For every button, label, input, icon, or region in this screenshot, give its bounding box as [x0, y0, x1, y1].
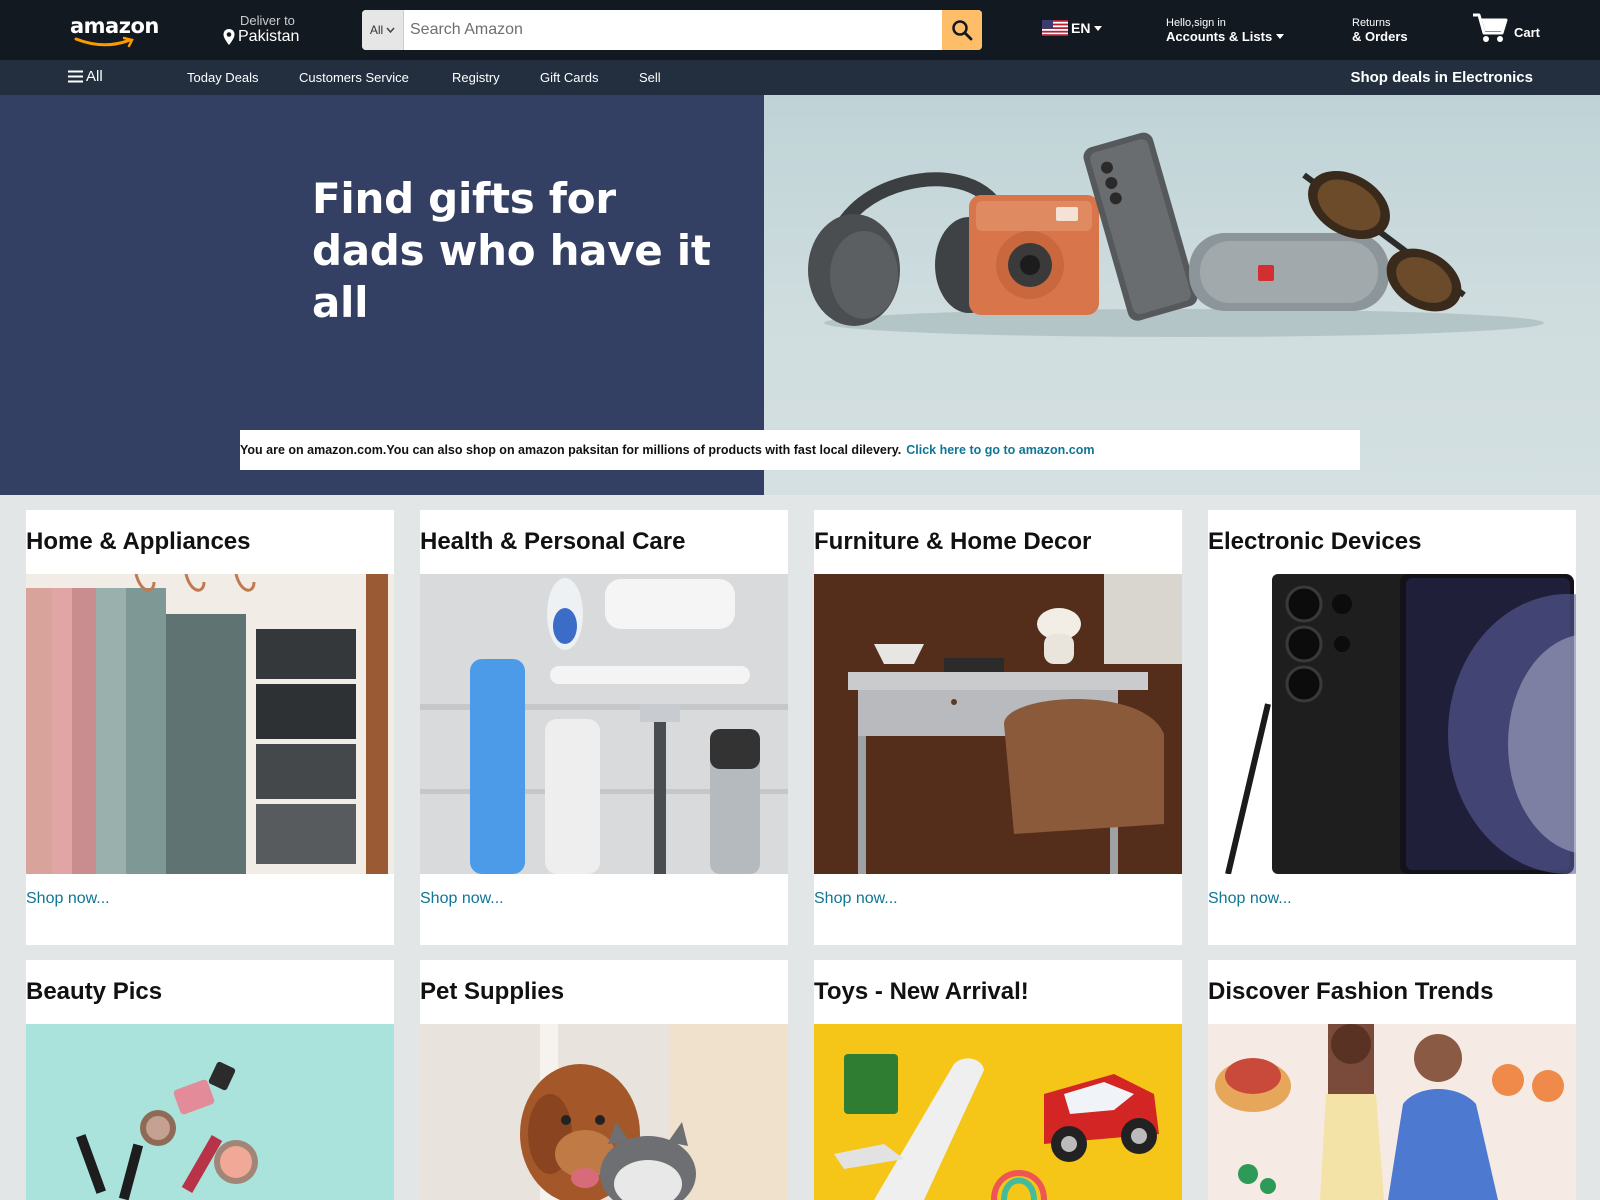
logo-smile-icon — [74, 36, 134, 48]
caret-down-icon — [1276, 34, 1285, 39]
hamburger-menu-icon — [68, 70, 83, 83]
orders-label: & Orders — [1352, 29, 1408, 44]
smartphone-image — [1208, 574, 1576, 874]
account-menu[interactable]: Hello,sign in Accounts & Lists — [1166, 17, 1285, 44]
card-title: Furniture & Home Decor — [814, 528, 1092, 555]
instant-camera-illustration — [969, 195, 1099, 315]
category-card: Home & Appliances Shop now... — [26, 510, 394, 945]
locale-notice-text: You are on amazon.com.You can also shop … — [240, 443, 902, 457]
all-menu-label: All — [86, 68, 103, 85]
card-shop-link[interactable]: Shop now... — [26, 890, 110, 908]
card-image[interactable] — [26, 574, 394, 874]
card-image[interactable] — [420, 574, 788, 874]
category-card: Discover Fashion Trends — [1208, 960, 1576, 1200]
furniture-desk-image — [814, 574, 1182, 874]
pets-image — [420, 1024, 788, 1200]
search-bar: All — [362, 10, 982, 50]
deliver-label: Deliver to — [240, 13, 295, 28]
card-title: Health & Personal Care — [420, 528, 686, 555]
deliver-location: Pakistan — [238, 28, 300, 45]
electronics-deals-link[interactable]: Shop deals in Electronics — [1350, 69, 1533, 86]
nav-link-sell[interactable]: Sell — [639, 70, 661, 85]
deliver-to[interactable]: Deliver to Pakistan — [222, 13, 299, 46]
card-title: Pet Supplies — [420, 978, 565, 1005]
toys-image — [814, 1024, 1182, 1200]
top-nav: amazon Deliver to Pakistan All Search Am… — [0, 0, 1600, 60]
card-image[interactable] — [814, 574, 1182, 874]
category-card: Health & Personal Care Shop now... — [420, 510, 788, 945]
nav-link-registry[interactable]: Registry — [452, 70, 500, 85]
card-title: Toys - New Arrival! — [814, 978, 1029, 1005]
category-card: Electronic Devices Shop now... — [1208, 510, 1576, 945]
category-card: Toys - New Arrival! — [814, 960, 1182, 1200]
nav-link-gift-cards[interactable]: Gift Cards — [540, 70, 599, 85]
location-pin-icon — [223, 29, 235, 45]
cart-button[interactable]: Cart — [1472, 12, 1540, 44]
hero-title-line1: Find gifts for — [312, 174, 616, 223]
hero-title-line2: dads who have it all — [312, 226, 711, 327]
locale-notice-link[interactable]: Click here to go to amazon.com — [906, 443, 1094, 457]
card-shop-link[interactable]: Shop now... — [1208, 890, 1292, 908]
search-category-label: All — [369, 23, 384, 37]
textile-rack-image — [26, 574, 394, 874]
all-menu-button[interactable]: All — [68, 68, 103, 85]
returns-label: Returns — [1352, 17, 1391, 29]
locale-notice: You are on amazon.com.You can also shop … — [240, 430, 1360, 470]
language-label: EN — [1071, 20, 1091, 36]
chevron-down-icon — [386, 27, 395, 33]
personal-care-items-image — [420, 574, 788, 874]
us-flag-icon — [1042, 20, 1068, 36]
category-card: Pet Supplies — [420, 960, 788, 1200]
language-selector[interactable]: EN — [1042, 20, 1103, 36]
hero-title: Find gifts for dads who have it all — [312, 173, 752, 329]
logo-text: amazon — [70, 14, 159, 38]
account-greeting: Hello,sign in — [1166, 17, 1226, 29]
card-image[interactable] — [814, 1024, 1182, 1200]
hero-banner[interactable]: Find gifts for dads who have it all You … — [0, 95, 1600, 495]
card-image[interactable] — [26, 1024, 394, 1200]
card-image[interactable] — [1208, 1024, 1576, 1200]
card-title: Home & Appliances — [26, 528, 251, 555]
nav-link-today-deals[interactable]: Today Deals — [187, 70, 259, 85]
card-title: Beauty Pics — [26, 978, 163, 1005]
card-shop-link[interactable]: Shop now... — [814, 890, 898, 908]
search-button[interactable] — [942, 10, 982, 50]
caret-down-icon — [1094, 25, 1103, 31]
category-card: Beauty Pics — [26, 960, 394, 1200]
search-icon — [952, 20, 973, 41]
amazon-logo[interactable]: amazon — [70, 14, 159, 48]
card-image[interactable] — [420, 1024, 788, 1200]
cart-label: Cart — [1514, 25, 1541, 40]
cart-icon — [1473, 13, 1508, 42]
search-category-select[interactable]: All — [362, 10, 404, 50]
fashion-image — [1208, 1024, 1576, 1200]
returns-orders[interactable]: Returns & Orders — [1352, 17, 1408, 44]
card-shop-link[interactable]: Shop now... — [420, 890, 504, 908]
card-title: Electronic Devices — [1208, 528, 1422, 555]
card-title: Discover Fashion Trends — [1208, 978, 1494, 1005]
card-image[interactable] — [1208, 574, 1576, 874]
search-input[interactable] — [404, 10, 942, 50]
nav-link-customer-service[interactable]: Customers Service — [299, 70, 409, 85]
category-card: Furniture & Home Decor Shop now... — [814, 510, 1182, 945]
sub-nav: All Today Deals Customers Service Regist… — [0, 60, 1600, 95]
speaker-illustration — [1189, 233, 1389, 311]
account-label: Accounts & Lists — [1166, 29, 1273, 44]
cosmetics-image — [26, 1024, 394, 1200]
